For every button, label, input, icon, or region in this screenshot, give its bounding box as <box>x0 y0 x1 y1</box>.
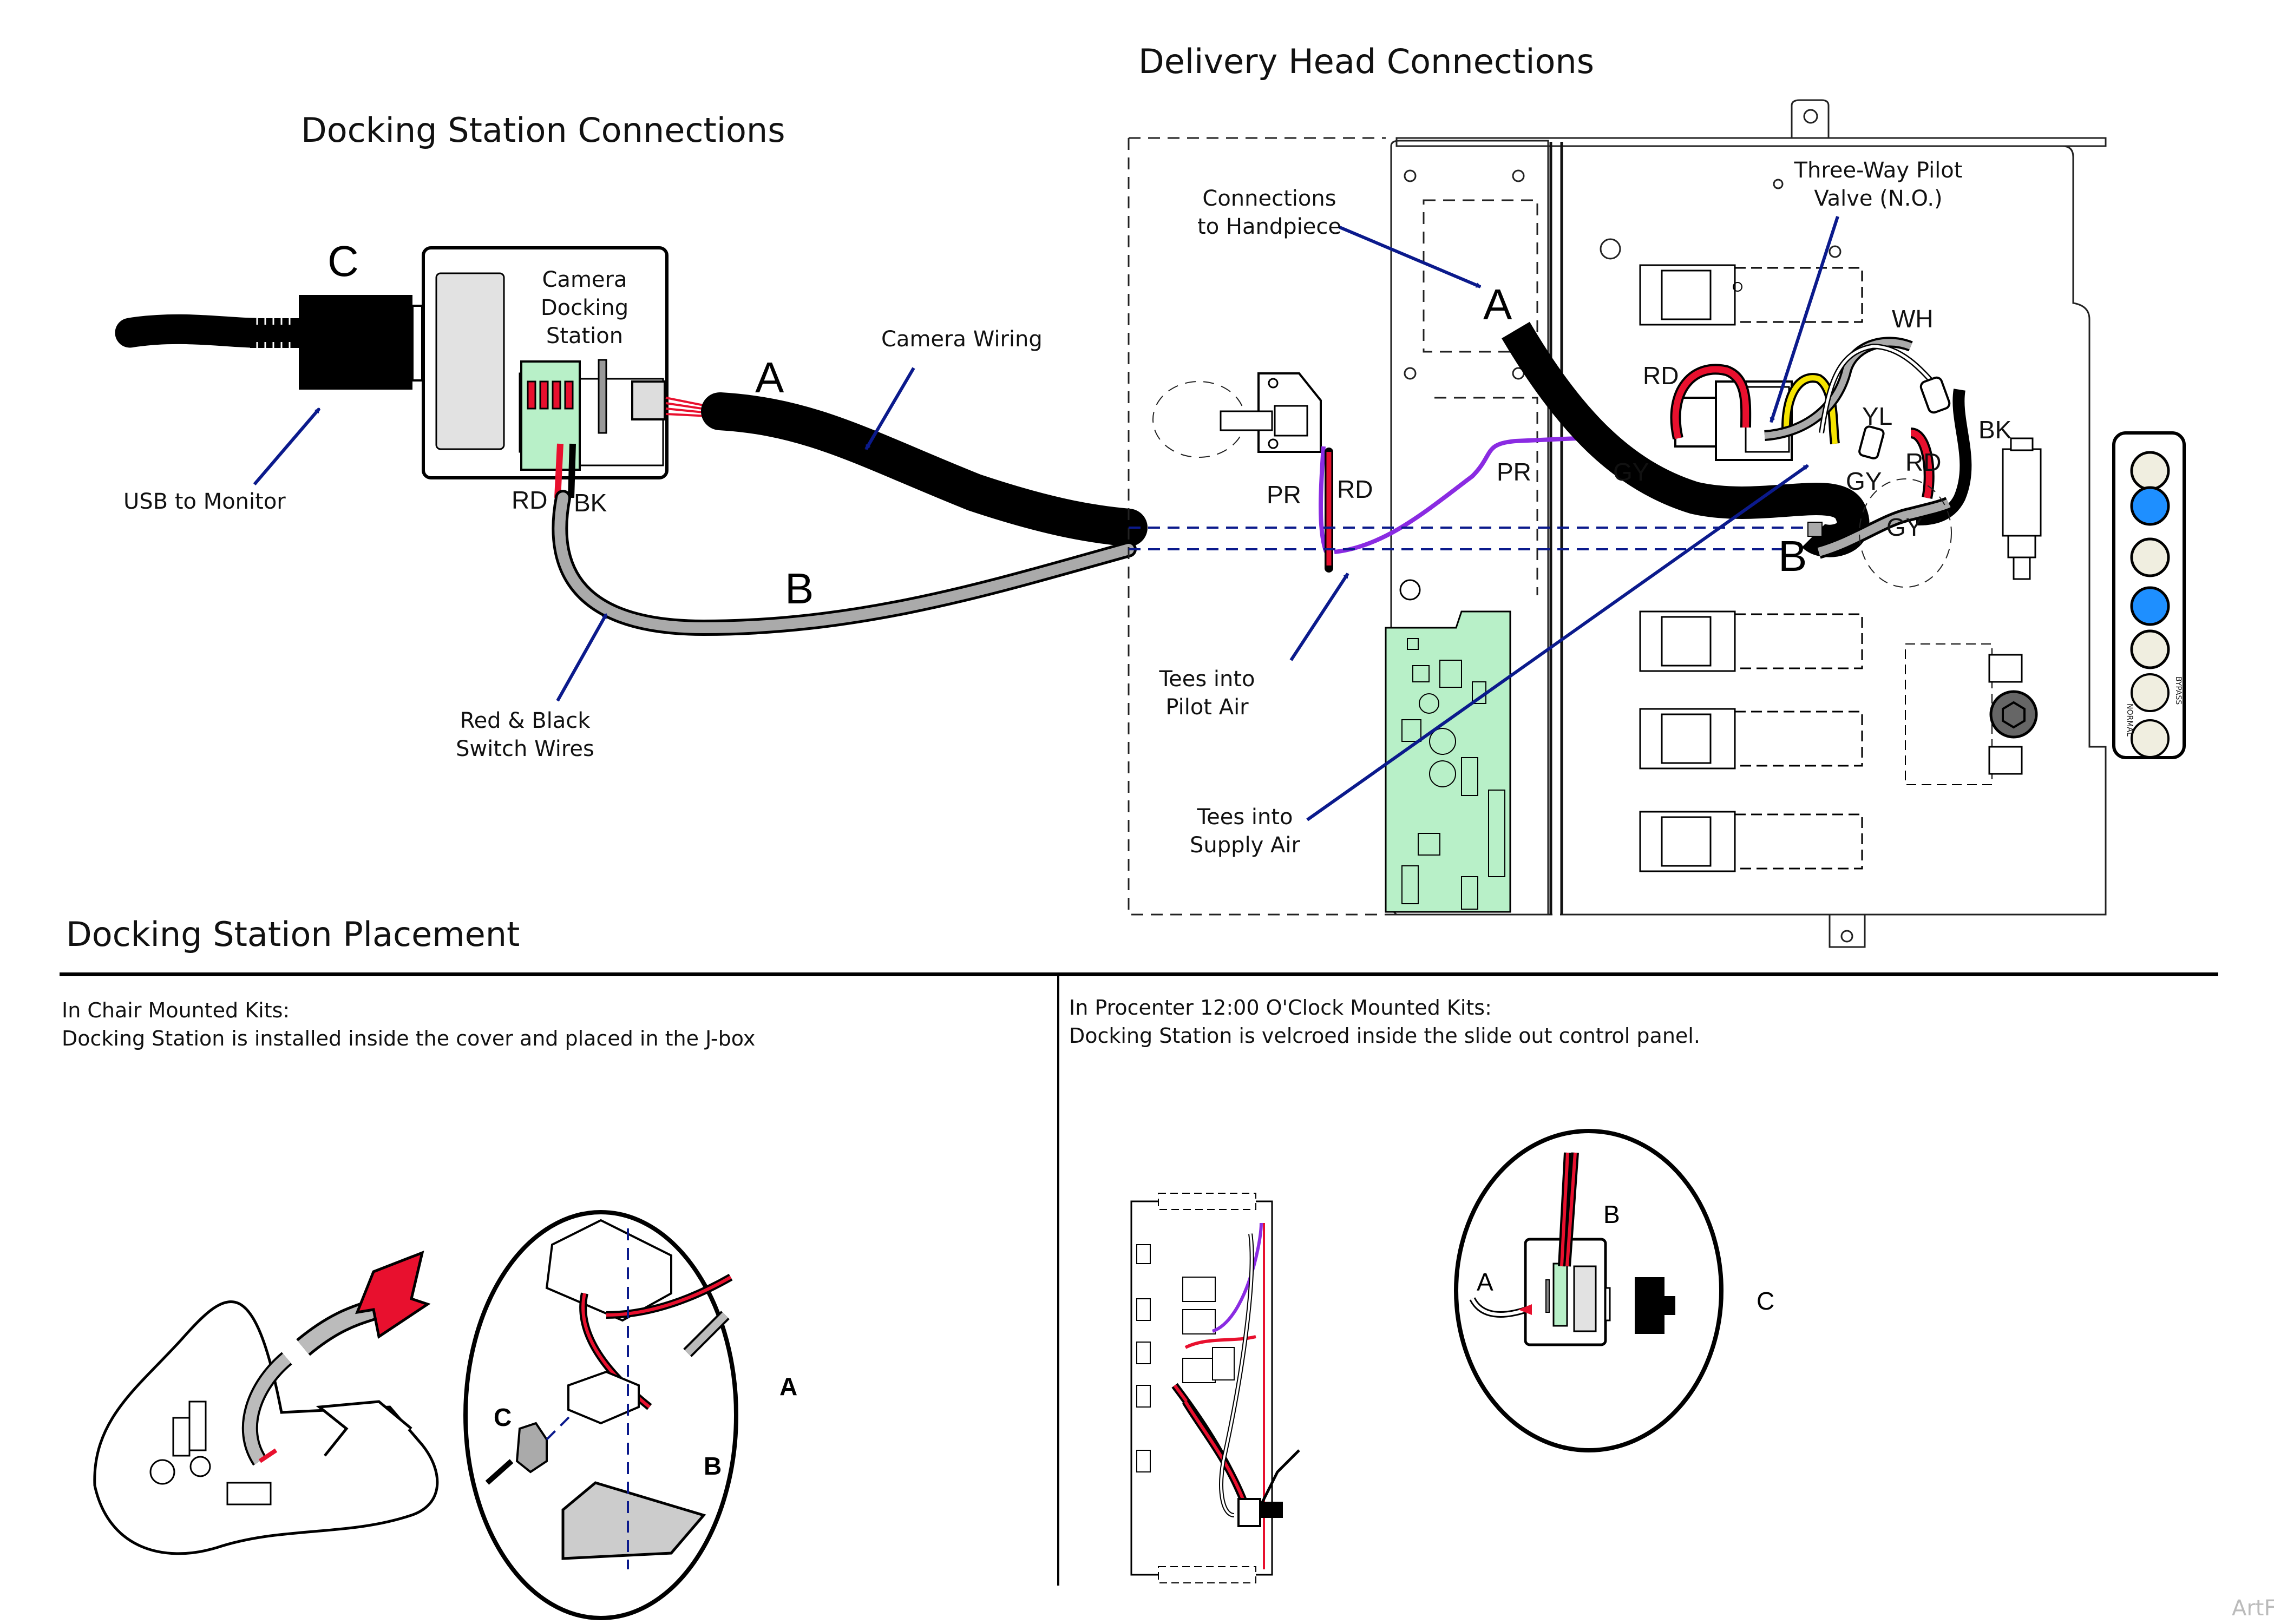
three-way-valve-label-1: Three-Way Pilot <box>1794 158 1963 183</box>
chair-c-label: C <box>494 1403 512 1431</box>
wh-label: WH <box>1892 305 1934 333</box>
connector-c-label: C <box>327 237 359 285</box>
switch-wires-label-1: Red & Black <box>460 708 591 733</box>
panel-button-4 <box>2130 586 2170 626</box>
placement-title: Docking Station Placement <box>66 915 520 954</box>
procenter-a-label: A <box>1477 1268 1493 1296</box>
camera-docking-station-label-3: Station <box>546 324 623 349</box>
switch-wires-arrow-icon <box>556 613 608 702</box>
solenoid-valves <box>1639 264 1863 872</box>
procenter-c-label: C <box>1757 1287 1774 1315</box>
handpiece-a-label: A <box>1483 280 1512 328</box>
panel-button-2 <box>2130 486 2170 526</box>
panel-button-5 <box>2130 629 2170 669</box>
chair-b-label: B <box>704 1452 722 1480</box>
delivery-head-connections: Delivery Head Connections PR RD PR A B W… <box>1128 42 2186 948</box>
chair-mount-illustration <box>93 1250 439 1555</box>
rd-top-label: RD <box>1643 361 1679 390</box>
switch-wire-black <box>568 443 576 498</box>
usb-arrow-icon <box>253 407 321 485</box>
gy-left-label: GY <box>1613 458 1649 486</box>
procenter-kits-text: Docking Station is velcroed inside the s… <box>1069 1024 1700 1048</box>
bypass-label: BYPASS <box>2174 676 2183 705</box>
cable-b-label: B <box>785 564 814 613</box>
three-way-valve-label-2: Valve (N.O.) <box>1814 186 1942 211</box>
switch-wire-red <box>554 443 563 498</box>
pilot-valve-block <box>1220 372 1322 453</box>
yl-label: YL <box>1862 402 1892 430</box>
cable-a-label: A <box>755 353 784 402</box>
section-divider <box>60 972 2218 976</box>
rd-right-label: RD <box>1905 448 1941 476</box>
camera-docking-station-label-1: Camera <box>542 267 627 292</box>
procenter-kits-heading: In Procenter 12:00 O'Clock Mounted Kits: <box>1069 996 1492 1020</box>
tees-supply-air-label-1: Tees into <box>1196 805 1293 830</box>
normal-toggle <box>2131 719 2170 758</box>
usb-cable-c <box>115 295 423 390</box>
chair-a-label: A <box>779 1372 797 1401</box>
tees-supply-air-label-2: Supply Air <box>1190 833 1301 858</box>
docking-connections-title: Docking Station Connections <box>301 110 785 150</box>
procenter-b-label: B <box>1603 1200 1620 1228</box>
camera-docking-station-label-2: Docking <box>541 295 628 320</box>
gy-low-label: GY <box>1886 513 1922 541</box>
delivery-head-title: Delivery Head Connections <box>1138 42 1594 81</box>
normal-label: NORMAL <box>2125 703 2134 737</box>
tees-pilot-air-label-1: Tees into <box>1158 667 1255 692</box>
camera-docking-station: Camera Docking Station <box>422 246 669 479</box>
panel-button-3 <box>2130 537 2170 577</box>
connections-handpiece-label-1: Connections <box>1202 186 1336 211</box>
usb-plug <box>299 295 412 390</box>
bypass-toggle <box>2131 673 2170 712</box>
cable-a <box>701 392 1148 547</box>
usb-to-monitor-label: USB to Monitor <box>123 489 286 514</box>
procenter-illustration <box>1130 1193 1300 1583</box>
handpiece-b-label: B <box>1778 532 1807 580</box>
bk-label: BK <box>1978 416 2012 444</box>
tees-pilot-air-label-2: Pilot Air <box>1165 695 1249 720</box>
pr-left-label: PR <box>1267 481 1301 509</box>
wire-rd-label: RD <box>512 486 547 514</box>
docking-station-placement: Docking Station Placement In Chair Mount… <box>60 915 2274 1621</box>
camera-wiring-label: Camera Wiring <box>881 327 1043 352</box>
gy-mid-label: GY <box>1846 467 1882 495</box>
control-pcb <box>1385 579 1511 913</box>
rd-left-label: RD <box>1337 475 1373 503</box>
pilot-air-arrow-icon <box>1289 573 1349 661</box>
wire-bk-label: BK <box>574 489 607 517</box>
pr-mid-label: PR <box>1497 458 1531 486</box>
switch-wires-label-2: Switch Wires <box>456 737 594 761</box>
insert-arrow-icon <box>355 1250 431 1339</box>
chair-kits-text: Docking Station is installed inside the … <box>62 1027 755 1050</box>
three-way-pilot-valve <box>1674 380 1793 461</box>
panel-button-1 <box>2130 451 2170 491</box>
docking-station-connections: Docking Station Connections C Camera Doc… <box>115 110 1148 761</box>
control-button-panel: BYPASS NORMAL <box>2112 431 2186 759</box>
wiring-diagram: Docking Station Connections C Camera Doc… <box>60 42 2274 1621</box>
air-manifold <box>2002 437 2042 580</box>
handpiece-arrow-icon <box>1339 226 1482 288</box>
watermark: ArtFull <box>2232 1596 2274 1621</box>
regulator <box>1905 643 2038 785</box>
chair-kits-heading: In Chair Mounted Kits: <box>62 998 290 1022</box>
connections-handpiece-label-2: to Handpiece <box>1197 214 1341 239</box>
